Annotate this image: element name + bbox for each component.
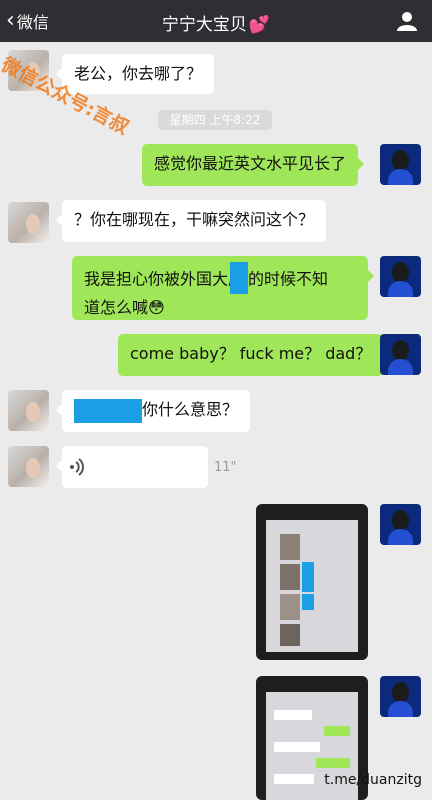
redaction-box	[302, 562, 314, 592]
voice-wave-icon	[70, 458, 84, 476]
image-message[interactable]	[256, 504, 368, 660]
thumb-bubble	[316, 758, 350, 768]
message-list[interactable]: 老公，你去哪了？ 星期四 上午8:22 感觉你最近英文水平见长了 ？你在哪现在，…	[0, 42, 432, 800]
thumb-bubble	[274, 774, 314, 784]
redaction-box	[230, 262, 249, 294]
message-bubble-outgoing[interactable]: 我是担心你被外国大屌 的时候不知 道怎么喊😳	[72, 256, 374, 320]
redaction-box	[74, 398, 142, 423]
timestamp: 星期四 上午8:22	[158, 110, 272, 130]
message-text: 老公，你去哪了？	[74, 64, 203, 83]
screenshot-thumbnail	[266, 520, 358, 652]
my-avatar[interactable]	[380, 334, 421, 375]
thumb-photo	[280, 624, 300, 646]
chat-title: 宁宁大宝贝 💕	[0, 10, 432, 35]
my-avatar[interactable]	[380, 144, 421, 185]
redaction-box	[302, 594, 314, 610]
footer-link[interactable]: t.me/duanzitg	[324, 772, 422, 788]
message-bubble-incoming[interactable]: 老公，你去哪了？	[55, 54, 215, 94]
message-bubble-incoming[interactable]: ？你在哪现在，干嘛突然问这个？	[55, 200, 327, 242]
thumb-bubble	[324, 726, 350, 736]
flushed-emoji: 😳	[148, 298, 165, 317]
message-text-part: 我是担心你被外国大屌	[84, 269, 245, 289]
thumb-photo	[280, 534, 300, 560]
contact-avatar[interactable]	[8, 446, 49, 487]
message-text-part: 的时候不知	[248, 269, 329, 289]
message-bubble-outgoing[interactable]: 感觉你最近英文水平见长了	[142, 144, 365, 186]
thumb-photo	[280, 564, 300, 590]
thumb-bubble	[274, 742, 320, 752]
my-avatar[interactable]	[380, 256, 421, 297]
chat-title-text: 宁宁大宝贝	[161, 15, 247, 35]
message-bubble-outgoing[interactable]: come baby？ fuck me？ dad？	[118, 334, 390, 376]
contact-avatar[interactable]	[8, 202, 49, 243]
contact-avatar[interactable]	[8, 390, 49, 431]
person-icon[interactable]	[396, 11, 418, 31]
voice-message-bubble[interactable]	[56, 446, 208, 488]
my-avatar[interactable]	[380, 504, 421, 545]
thumb-bubble	[274, 710, 312, 720]
message-text: ？你在哪现在，干嘛突然问这个？	[74, 210, 315, 229]
message-text: 你什么意思？	[142, 400, 239, 419]
message-text: 感觉你最近英文水平见长了	[154, 154, 347, 173]
voice-duration: 11"	[214, 460, 237, 475]
thumb-photo	[280, 594, 300, 620]
message-text: come baby？ fuck me？ dad？	[130, 344, 372, 363]
nav-bar: ‹ 微信 宁宁大宝贝 💕	[0, 0, 432, 42]
message-bubble-incoming[interactable]: 你什么意思？	[55, 390, 251, 432]
my-avatar[interactable]	[380, 676, 421, 717]
heart-emoji: 💕	[248, 15, 271, 35]
message-text-part: 道怎么喊	[84, 298, 149, 317]
